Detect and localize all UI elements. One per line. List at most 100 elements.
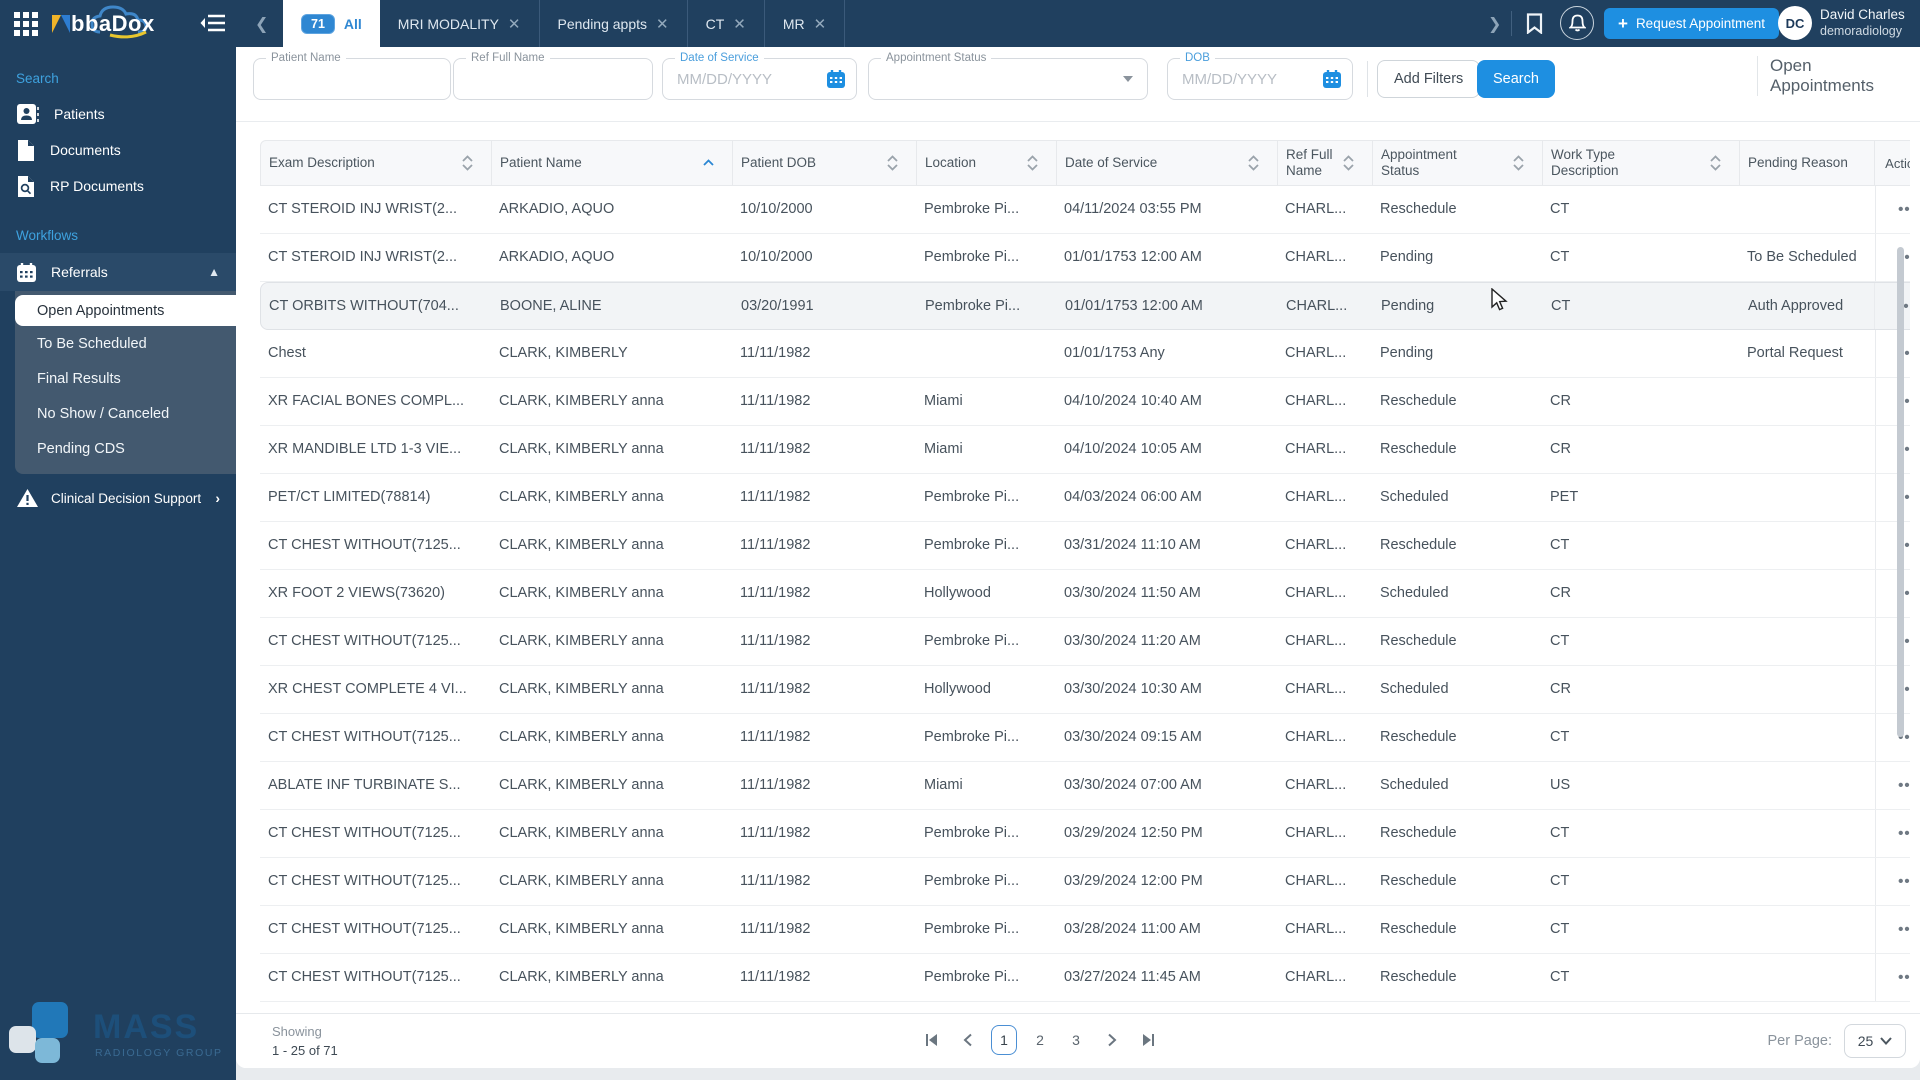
tabs-scroll-left-icon[interactable]: ❮	[255, 14, 268, 34]
search-button[interactable]: Search	[1477, 60, 1555, 98]
user-avatar[interactable]: DC	[1778, 6, 1812, 40]
column-header-dob[interactable]: Patient DOB	[733, 141, 917, 185]
row-actions-button[interactable]: •••	[1875, 762, 1910, 809]
column-header-ref[interactable]: Ref Full Name	[1278, 141, 1373, 185]
row-actions-button[interactable]: •••	[1875, 714, 1910, 761]
table-row[interactable]: CT STEROID INJ WRIST(2...ARKADIO, AQUO10…	[260, 234, 1910, 282]
sort-arrows[interactable]	[1248, 155, 1259, 171]
sidebar-item-final-results[interactable]: Final Results	[15, 361, 236, 396]
chevron-up-icon[interactable]: ▲	[208, 265, 220, 279]
previous-page-icon[interactable]	[955, 1025, 981, 1055]
sort-arrows[interactable]	[462, 155, 473, 171]
sidebar-item-to-be-scheduled[interactable]: To Be Scheduled	[15, 326, 236, 361]
table-row[interactable]: CT CHEST WITHOUT(7125...CLARK, KIMBERLY …	[260, 522, 1910, 570]
sort-arrows[interactable]	[887, 155, 898, 171]
patient-name-field[interactable]: Patient Name	[253, 58, 451, 100]
vertical-scrollbar[interactable]	[1897, 247, 1904, 737]
row-actions-button[interactable]: •••	[1875, 810, 1910, 857]
notifications-button[interactable]	[1560, 6, 1594, 40]
row-actions-button[interactable]: •••	[1875, 330, 1910, 377]
last-page-icon[interactable]	[1135, 1025, 1161, 1055]
column-header-dos[interactable]: Date of Service	[1057, 141, 1278, 185]
tabs-scroll-right-icon[interactable]: ❯	[1488, 14, 1501, 34]
row-actions-button[interactable]: •••	[1875, 234, 1910, 281]
sort-arrows[interactable]	[703, 159, 714, 167]
table-row[interactable]: CT CHEST WITHOUT(7125...CLARK, KIMBERLY …	[260, 714, 1910, 762]
bookmark-icon[interactable]	[1526, 13, 1543, 39]
table-row[interactable]: CT CHEST WITHOUT(7125...CLARK, KIMBERLY …	[260, 618, 1910, 666]
appointment-status-select[interactable]: Appointment Status	[868, 58, 1148, 100]
sidebar-item-patients[interactable]: Patients	[0, 96, 236, 132]
calendar-icon[interactable]	[826, 69, 846, 94]
table-row[interactable]: XR CHEST COMPLETE 4 VI...CLARK, KIMBERLY…	[260, 666, 1910, 714]
table-row[interactable]: XR FOOT 2 VIEWS(73620)CLARK, KIMBERLY an…	[260, 570, 1910, 618]
close-icon[interactable]: ✕	[733, 15, 746, 33]
next-page-icon[interactable]	[1099, 1025, 1125, 1055]
first-page-icon[interactable]	[919, 1025, 945, 1055]
row-actions-button[interactable]: •••	[1875, 522, 1910, 569]
sort-arrows[interactable]	[1513, 155, 1524, 171]
app-grid-icon[interactable]	[12, 10, 40, 38]
request-appointment-button[interactable]: + Request Appointment	[1604, 8, 1779, 39]
close-icon[interactable]: ✕	[508, 15, 521, 33]
dob-field[interactable]: DOB	[1167, 58, 1353, 100]
calendar-icon[interactable]	[1322, 69, 1342, 94]
per-page-select[interactable]: 25	[1844, 1024, 1906, 1058]
column-header-patient[interactable]: Patient Name	[492, 141, 733, 185]
table-row[interactable]: XR FACIAL BONES COMPL...CLARK, KIMBERLY …	[260, 378, 1910, 426]
table-row[interactable]: PET/CT LIMITED(78814)CLARK, KIMBERLY ann…	[260, 474, 1910, 522]
sidebar-item-rp-documents[interactable]: RP Documents	[0, 168, 236, 204]
table-row[interactable]: CT CHEST WITHOUT(7125...CLARK, KIMBERLY …	[260, 906, 1910, 954]
table-row[interactable]: CT STEROID INJ WRIST(2...ARKADIO, AQUO10…	[260, 186, 1910, 234]
abbadox-logo[interactable]: bbaDox	[52, 2, 192, 46]
row-actions-button[interactable]: •••	[1875, 186, 1910, 233]
sidebar-item-no-show-canceled[interactable]: No Show / Canceled	[15, 396, 236, 431]
row-actions-button[interactable]: •••	[1875, 906, 1910, 953]
sort-arrows[interactable]	[1343, 155, 1354, 171]
row-actions-button[interactable]: •••	[1875, 666, 1910, 713]
column-header-exam[interactable]: Exam Description	[261, 141, 492, 185]
date-of-service-field[interactable]: Date of Service	[662, 58, 857, 100]
collapse-sidebar-icon[interactable]	[200, 12, 226, 39]
row-actions-button[interactable]: •••	[1875, 570, 1910, 617]
page-button-2[interactable]: 2	[1027, 1025, 1053, 1055]
column-header-worktype[interactable]: Work Type Description	[1543, 141, 1740, 185]
row-actions-button[interactable]: •••	[1874, 283, 1910, 329]
sidebar-item-pending-cds[interactable]: Pending CDS	[15, 431, 236, 466]
ref-full-name-field[interactable]: Ref Full Name	[453, 58, 653, 100]
row-actions-button[interactable]: •••	[1875, 954, 1910, 1001]
table-row[interactable]: ChestCLARK, KIMBERLY11/11/198201/01/1753…	[260, 330, 1910, 378]
row-actions-button[interactable]: •••	[1875, 618, 1910, 665]
sort-arrows[interactable]	[1027, 155, 1038, 171]
tab-all[interactable]: 71 All	[283, 0, 380, 47]
page-button-1[interactable]: 1	[991, 1025, 1017, 1055]
row-actions-button[interactable]: •••	[1875, 474, 1910, 521]
sidebar-item-clinical-decision-support[interactable]: Clinical Decision Support ›	[0, 474, 236, 522]
close-icon[interactable]: ✕	[656, 15, 669, 33]
column-header-location[interactable]: Location	[917, 141, 1057, 185]
sidebar-item-referrals[interactable]: Referrals ▲	[0, 253, 236, 291]
ref-full-name-input[interactable]	[454, 59, 652, 99]
page-button-3[interactable]: 3	[1063, 1025, 1089, 1055]
table-row[interactable]: ABLATE INF TURBINATE S...CLARK, KIMBERLY…	[260, 762, 1910, 810]
tab-mri-modality[interactable]: MRI MODALITY ✕	[380, 0, 540, 47]
row-actions-button[interactable]: •••	[1875, 426, 1910, 473]
sort-arrows[interactable]	[1710, 155, 1721, 171]
table-row[interactable]: CT CHEST WITHOUT(7125...CLARK, KIMBERLY …	[260, 954, 1910, 1002]
table-row[interactable]: XR MANDIBLE LTD 1-3 VIE...CLARK, KIMBERL…	[260, 426, 1910, 474]
sidebar-item-documents[interactable]: Documents	[0, 132, 236, 168]
tab-ct[interactable]: CT ✕	[688, 0, 765, 47]
patient-name-input[interactable]	[254, 59, 450, 99]
table-row[interactable]: CT CHEST WITHOUT(7125...CLARK, KIMBERLY …	[260, 858, 1910, 906]
table-row[interactable]: CT CHEST WITHOUT(7125...CLARK, KIMBERLY …	[260, 810, 1910, 858]
close-icon[interactable]: ✕	[814, 15, 827, 33]
row-actions-button[interactable]: •••	[1875, 858, 1910, 905]
row-actions-button[interactable]: •••	[1875, 378, 1910, 425]
tab-mr[interactable]: MR ✕	[765, 0, 845, 47]
tab-pending-appts[interactable]: Pending appts ✕	[540, 0, 688, 47]
table-row[interactable]: CT ORBITS WITHOUT(704...BOONE, ALINE03/2…	[260, 282, 1910, 330]
add-filters-button[interactable]: Add Filters	[1377, 60, 1480, 98]
sidebar-item-open-appointments[interactable]: Open Appointments	[15, 295, 236, 326]
column-header-status[interactable]: Appointment Status	[1373, 141, 1543, 185]
user-menu[interactable]: David Charles demoradiology	[1820, 7, 1905, 39]
